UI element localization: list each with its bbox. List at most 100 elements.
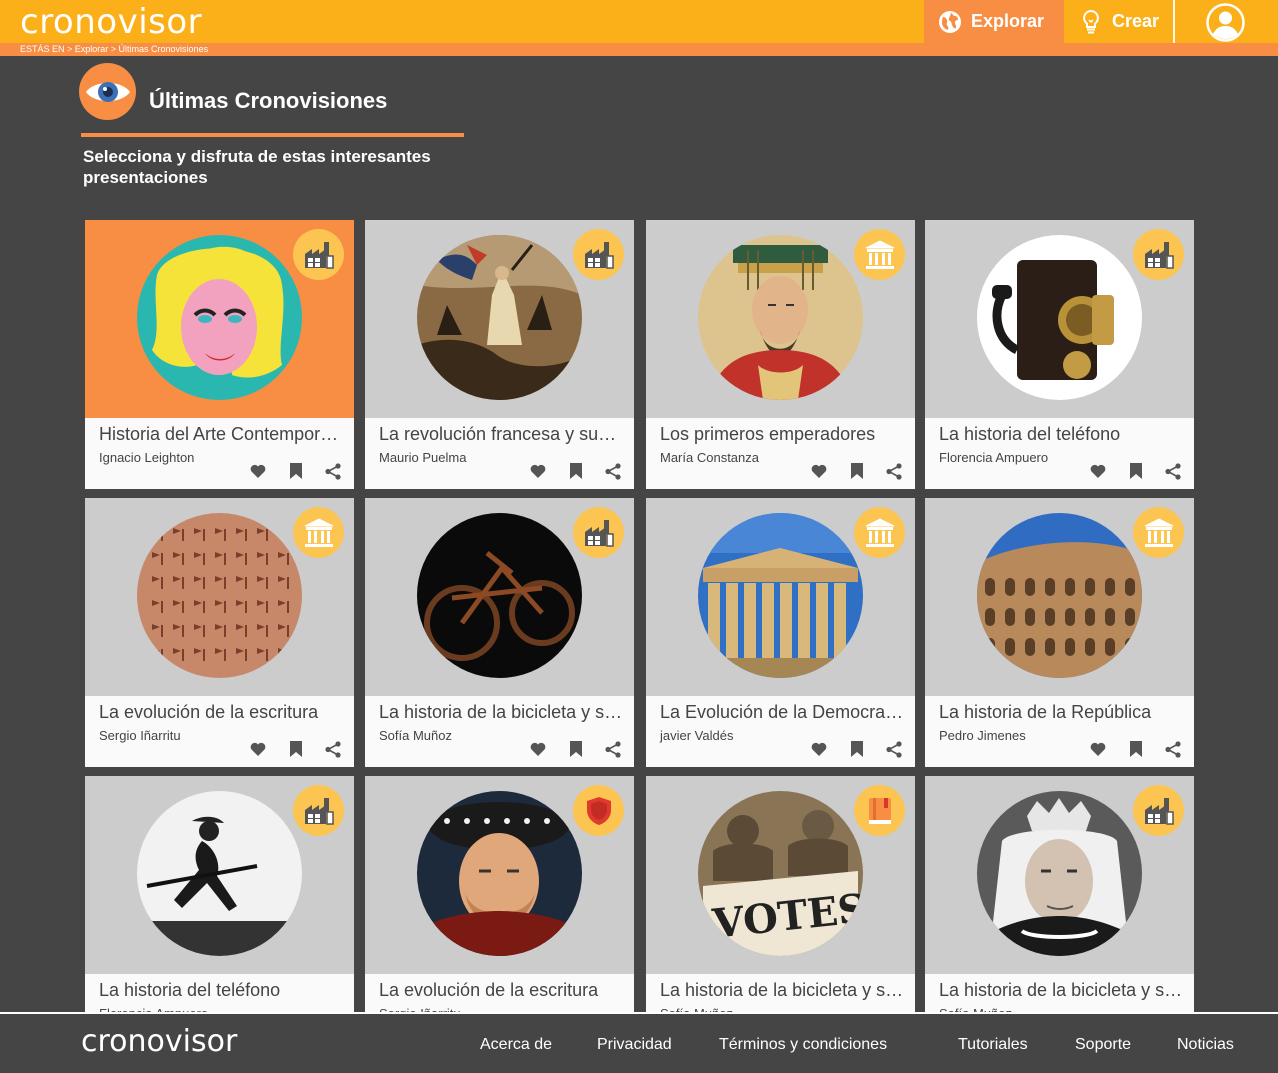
card-thumbnail[interactable] [365, 498, 634, 696]
presentation-card[interactable]: La evolución de la escrituraSergio Iñarr… [365, 776, 634, 1012]
bookmark-icon[interactable] [848, 462, 866, 480]
share-icon[interactable] [885, 740, 903, 758]
presentation-card[interactable]: La revolución francesa y sus consecuenci… [365, 220, 634, 489]
card-thumbnail[interactable] [85, 776, 354, 974]
explorar-label: Explorar [971, 11, 1045, 31]
bookmark-icon[interactable] [1127, 462, 1145, 480]
presentation-card[interactable]: La Evolución de la Democracia javier Vald… [646, 498, 915, 767]
card-thumbnail[interactable] [925, 498, 1194, 696]
footer-link-terminos[interactable]: Términos y condiciones [719, 1036, 887, 1054]
card-title[interactable]: Historia del Arte Contemporáneo [99, 424, 345, 445]
bookmark-icon[interactable] [287, 740, 305, 758]
card-title[interactable]: La historia de la República [939, 702, 1185, 723]
card-author[interactable]: Sergio Iñarritu [99, 728, 181, 743]
heart-icon[interactable] [249, 740, 267, 758]
card-actions [808, 462, 908, 480]
presentation-card[interactable]: Los primeros emperadores María Constanza [646, 220, 915, 489]
factory-icon [573, 507, 624, 558]
card-author[interactable]: Sofía Muñoz [379, 728, 452, 743]
presentation-card[interactable]: La historia de la República Pedro Jimenes [925, 498, 1194, 767]
crear-button[interactable]: Crear [1065, 0, 1173, 43]
presentation-card[interactable]: La historia de la bicicleta y su evoluci… [365, 498, 634, 767]
bookmark-icon[interactable] [1127, 740, 1145, 758]
cronovisor-logo[interactable]: cronovisor [20, 2, 202, 42]
card-title[interactable]: La historia del teléfono [939, 424, 1185, 445]
top-bar: cronovisor Explorar Crear [0, 0, 1278, 43]
share-icon[interactable] [604, 462, 622, 480]
user-avatar-icon[interactable] [1206, 3, 1245, 42]
card-thumbnail[interactable] [646, 498, 915, 696]
presentation-card[interactable]: La evolución de la escritura Sergio Iñarr… [85, 498, 354, 767]
card-title[interactable]: La historia del teléfono [99, 980, 345, 1001]
heart-icon[interactable] [810, 740, 828, 758]
bookmark-icon[interactable] [567, 740, 585, 758]
card-thumbnail[interactable] [646, 220, 915, 418]
shield-icon [573, 785, 624, 836]
heart-icon[interactable] [810, 462, 828, 480]
card-title[interactable]: La historia de la bicicleta y su evoluci… [939, 980, 1185, 1001]
share-icon[interactable] [1164, 740, 1182, 758]
card-title[interactable]: La revolución francesa y sus consecuenci… [379, 424, 625, 445]
share-icon[interactable] [1164, 462, 1182, 480]
card-thumbnail[interactable] [85, 220, 354, 418]
card-thumbnail[interactable] [85, 498, 354, 696]
breadcrumb[interactable]: ESTÁS EN > Explorar > Últimas Cronovisio… [20, 44, 208, 55]
card-title[interactable]: La evolución de la escritura [99, 702, 345, 723]
card-author[interactable]: María Constanza [660, 450, 759, 465]
header-divider [1173, 0, 1175, 43]
footer-link-soporte[interactable]: Soporte [1075, 1036, 1131, 1054]
card-image [417, 791, 582, 956]
heart-icon[interactable] [1089, 740, 1107, 758]
card-title[interactable]: La Evolución de la Democracia [660, 702, 906, 723]
factory-icon [293, 785, 344, 836]
bookmark-icon[interactable] [287, 462, 305, 480]
card-author[interactable]: Pedro Jimenes [939, 728, 1026, 743]
card-image [137, 791, 302, 956]
globe-icon [937, 9, 963, 35]
card-title[interactable]: La evolución de la escritura [379, 980, 625, 1001]
heart-icon[interactable] [529, 740, 547, 758]
explorar-button[interactable]: Explorar [924, 0, 1064, 43]
footer-link-noticias[interactable]: Noticias [1177, 1036, 1234, 1054]
card-author[interactable]: Ignacio Leighton [99, 450, 194, 465]
footer-logo[interactable]: cronovisor [81, 1024, 237, 1059]
heart-icon[interactable] [529, 462, 547, 480]
card-image [417, 513, 582, 678]
bookmark-icon[interactable] [567, 462, 585, 480]
presentation-card[interactable]: La historia de la bicicleta y su evoluci… [925, 776, 1194, 1012]
card-title[interactable]: Los primeros emperadores [660, 424, 906, 445]
factory-icon [293, 229, 344, 280]
share-icon[interactable] [604, 740, 622, 758]
footer-link-privacidad[interactable]: Privacidad [597, 1036, 672, 1054]
card-actions [1087, 740, 1187, 758]
factory-icon [573, 229, 624, 280]
share-icon[interactable] [324, 740, 342, 758]
heart-icon[interactable] [1089, 462, 1107, 480]
heart-icon[interactable] [249, 462, 267, 480]
card-thumbnail[interactable] [365, 220, 634, 418]
eye-icon [79, 63, 136, 120]
card-image [977, 235, 1142, 400]
share-icon[interactable] [885, 462, 903, 480]
card-author[interactable]: Florencia Ampuero [939, 450, 1048, 465]
card-title[interactable]: La historia de la bicicleta y su evoluci… [379, 702, 625, 723]
card-author[interactable]: Maurio Puelma [379, 450, 466, 465]
share-icon[interactable] [324, 462, 342, 480]
card-thumbnail[interactable]: VOTES [646, 776, 915, 974]
footer-link-acerca[interactable]: Acerca de [480, 1036, 552, 1054]
presentation-card[interactable]: Historia del Arte Contemporáneo Ignacio L… [85, 220, 354, 489]
page-subtitle: Selecciona y disfruta de estas interesan… [83, 147, 431, 187]
card-thumbnail[interactable] [365, 776, 634, 974]
bookmark-icon[interactable] [848, 740, 866, 758]
card-actions [527, 462, 627, 480]
presentation-card[interactable]: VOTES La historia de la bicicleta y su ev… [646, 776, 915, 1012]
card-author[interactable]: javier Valdés [660, 728, 733, 743]
footer: cronovisor Acerca de Privacidad Términos… [0, 1012, 1278, 1073]
card-title[interactable]: La historia de la bicicleta y su evoluci… [660, 980, 906, 1001]
card-thumbnail[interactable] [925, 220, 1194, 418]
presentation-card[interactable]: La historia del teléfonoFlorencia Ampuer… [85, 776, 354, 1012]
card-thumbnail[interactable] [925, 776, 1194, 974]
presentation-card[interactable]: La historia del teléfono Florencia Ampuer… [925, 220, 1194, 489]
page-title: Últimas Cronovisiones [149, 88, 388, 113]
footer-link-tutoriales[interactable]: Tutoriales [958, 1036, 1028, 1054]
